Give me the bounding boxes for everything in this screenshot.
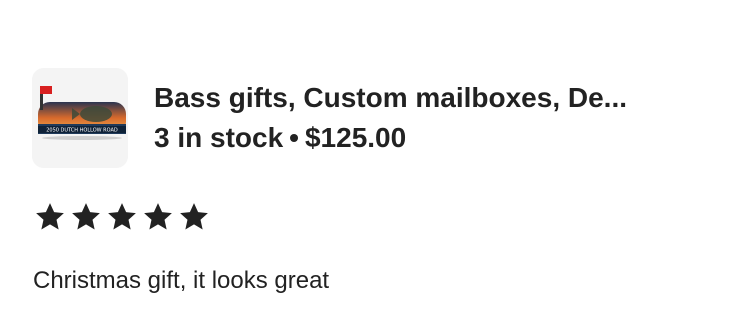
- product-price: $125.00: [304, 122, 407, 153]
- star-icon: [180, 203, 208, 230]
- stock-and-price: 3 in stock • $125.00: [154, 118, 714, 158]
- star-rating: [33, 200, 211, 234]
- review-text: Christmas gift, it looks great: [33, 267, 330, 294]
- separator-dot: •: [289, 122, 299, 153]
- star-icon: [108, 203, 136, 230]
- product-thumbnail[interactable]: 2050 DUTCH HOLLOW ROAD: [32, 68, 128, 168]
- star-icon: [36, 203, 64, 230]
- stock-status: 3 in stock: [154, 122, 284, 153]
- star-icon: [72, 203, 100, 230]
- product-card[interactable]: 2050 DUTCH HOLLOW ROAD Bass gifts, Custo…: [32, 68, 722, 176]
- mailbox-image: 2050 DUTCH HOLLOW ROAD: [32, 68, 128, 168]
- thumbnail-caption: 2050 DUTCH HOLLOW ROAD: [46, 128, 118, 134]
- product-info: Bass gifts, Custom mailboxes, De... 3 in…: [154, 78, 714, 158]
- product-title[interactable]: Bass gifts, Custom mailboxes, De...: [154, 78, 714, 118]
- star-icon: [144, 203, 172, 230]
